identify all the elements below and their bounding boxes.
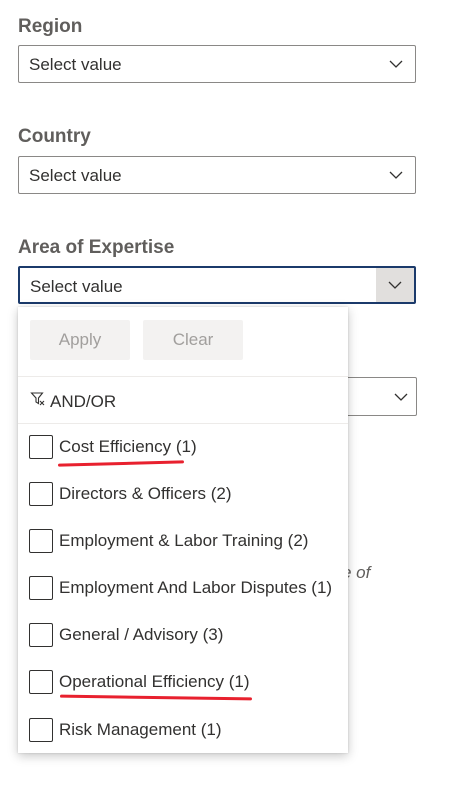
option-employment-labor-training[interactable]: Employment & Labor Training (2) (29, 528, 308, 554)
checkbox[interactable] (29, 718, 53, 742)
region-select[interactable]: Select value (18, 45, 416, 83)
country-label: Country (18, 126, 91, 147)
chevron-down-icon[interactable] (376, 268, 414, 302)
option-directors-officers[interactable]: Directors & Officers (2) (29, 481, 232, 507)
filter-icon (30, 391, 46, 412)
apply-button[interactable]: Apply (30, 320, 130, 360)
country-select-value: Select value (29, 166, 122, 185)
checkbox[interactable] (29, 670, 53, 694)
expertise-dropdown-panel: Apply Clear AND/OR Cost Efficiency (1) D… (18, 307, 348, 753)
expertise-label: Area of Expertise (18, 237, 175, 258)
andor-toggle[interactable]: AND/OR (30, 391, 116, 412)
expertise-select-value: Select value (30, 277, 123, 296)
expertise-select[interactable]: Select value (18, 266, 416, 304)
option-operational-efficiency[interactable]: Operational Efficiency (1) (29, 669, 250, 695)
option-risk-management[interactable]: Risk Management (1) (29, 717, 222, 743)
option-label: Operational Efficiency (1) (59, 672, 250, 691)
checkbox[interactable] (29, 529, 53, 553)
country-select[interactable]: Select value (18, 156, 416, 194)
region-label: Region (18, 16, 83, 37)
clear-button[interactable]: Clear (143, 320, 243, 360)
chevron-down-icon (394, 388, 408, 406)
option-cost-efficiency[interactable]: Cost Efficiency (1) (29, 434, 197, 460)
option-label: Employment And Labor Disputes (1) (59, 578, 333, 597)
option-label: Cost Efficiency (1) (59, 437, 197, 456)
option-employment-labor-disputes[interactable]: Employment And Labor Disputes (1) (29, 575, 332, 601)
option-label: General / Advisory (3) (59, 625, 224, 644)
option-label: Directors & Officers (2) (59, 484, 232, 503)
divider (18, 423, 348, 424)
andor-label: AND/OR (50, 391, 117, 411)
chevron-down-icon (377, 157, 415, 193)
checkbox[interactable] (29, 576, 53, 600)
region-select-value: Select value (29, 55, 122, 74)
checkbox[interactable] (29, 435, 53, 459)
option-label: Risk Management (1) (59, 720, 222, 739)
checkbox[interactable] (29, 623, 53, 647)
checkbox[interactable] (29, 482, 53, 506)
option-general-advisory[interactable]: General / Advisory (3) (29, 622, 223, 648)
chevron-down-icon (377, 46, 415, 82)
divider (18, 376, 348, 377)
option-label: Employment & Labor Training (2) (59, 531, 309, 550)
